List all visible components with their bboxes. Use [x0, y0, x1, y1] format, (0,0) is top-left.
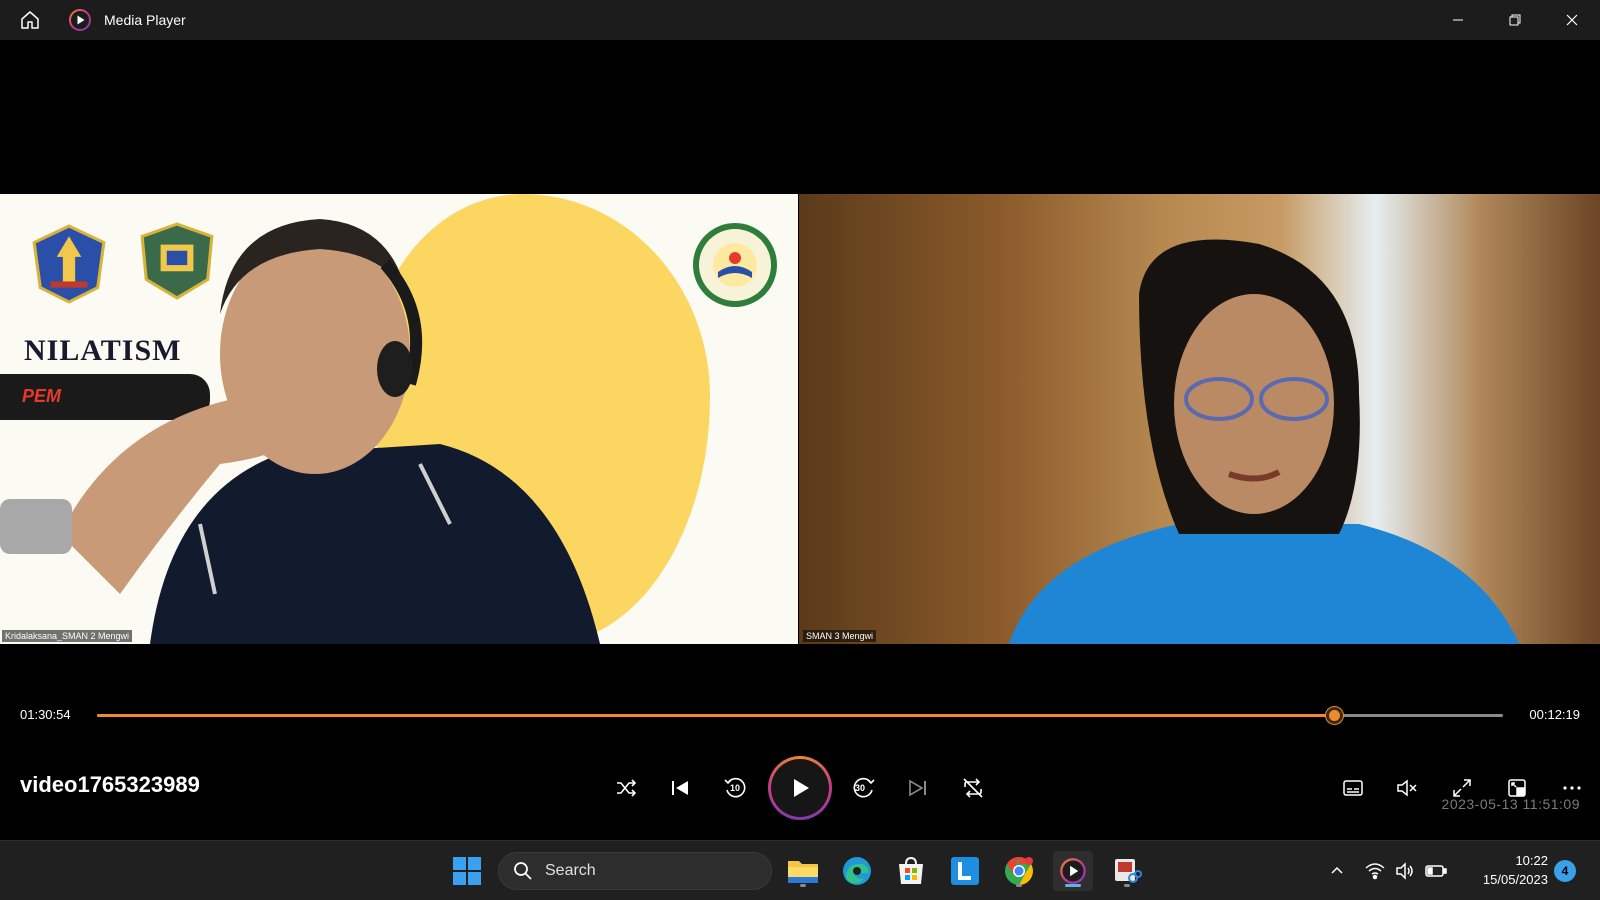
snipping-tool-button[interactable] — [1107, 851, 1147, 891]
running-indicator — [1124, 884, 1130, 887]
battery-icon — [1425, 865, 1447, 877]
minimize-button[interactable] — [1429, 0, 1486, 40]
video-timestamp-overlay: 2023-05-13 11:51:09 — [1441, 796, 1580, 812]
play-icon — [794, 779, 809, 797]
skip-back-button[interactable]: 10 — [715, 768, 755, 808]
l-app-icon — [951, 857, 979, 885]
mute-icon — [1397, 779, 1417, 797]
seek-bar[interactable] — [97, 707, 1503, 724]
window-title: Media Player — [104, 12, 186, 28]
volume-icon — [1396, 862, 1413, 880]
left-participant-figure — [0, 219, 600, 644]
windows-start-icon — [453, 857, 481, 885]
show-hidden-icons-button[interactable] — [1325, 859, 1349, 883]
media-title: video1765323989 — [20, 772, 200, 797]
repeat-button[interactable] — [953, 768, 993, 808]
next-icon — [909, 779, 926, 797]
repeat-off-icon — [963, 778, 983, 798]
store-icon — [899, 856, 923, 884]
file-explorer-button[interactable] — [783, 851, 823, 891]
elapsed-time: 01:30:54 — [20, 707, 71, 722]
play-button[interactable] — [768, 756, 832, 820]
edge-browser-icon — [843, 857, 871, 885]
taskbar-search[interactable]: Search — [498, 852, 772, 890]
skip-forward-button[interactable]: 30 — [844, 768, 884, 808]
next-button[interactable] — [898, 768, 938, 808]
taskbar: Search 10:22 15/05/2023 4 — [0, 840, 1600, 900]
microsoft-store-button[interactable] — [891, 851, 931, 891]
mute-button[interactable] — [1387, 768, 1427, 808]
shuffle-button[interactable] — [606, 768, 646, 808]
remaining-time: 00:12:19 — [1529, 707, 1580, 722]
running-indicator — [800, 884, 806, 887]
play-button-inner — [771, 759, 829, 817]
clock-time: 10:22 — [1515, 853, 1548, 868]
captions-button[interactable] — [1333, 768, 1373, 808]
search-icon — [514, 862, 532, 880]
media-player-app-icon — [69, 9, 91, 31]
minimize-icon — [1452, 19, 1463, 21]
edge-button[interactable] — [837, 851, 877, 891]
snipping-tool-icon — [1115, 859, 1142, 883]
seek-bar-row: 01:30:54 00:12:19 — [0, 700, 1600, 730]
skip-back-seconds: 10 — [730, 783, 741, 793]
media-player-icon — [1060, 858, 1086, 884]
restore-icon — [1509, 14, 1520, 26]
captions-icon — [1343, 780, 1363, 796]
notification-badge[interactable]: 4 — [1554, 860, 1576, 882]
playback-controls: video1765323989 10 30 2023-05-13 11:51:0… — [0, 740, 1600, 840]
participant-name-label: Kridalaksana_SMAN 2 Mengwi — [2, 630, 133, 642]
video-frame[interactable]: NILATISM PEM Kridalaksana_SMAN 2 Mengwi — [0, 40, 1600, 680]
title-bar: Media Player — [0, 0, 1600, 40]
search-placeholder: Search — [545, 862, 596, 879]
previous-icon — [672, 781, 688, 795]
skip-forward-seconds: 30 — [855, 783, 866, 793]
chrome-button[interactable] — [999, 851, 1039, 891]
previous-button[interactable] — [660, 768, 700, 808]
shuffle-icon — [617, 779, 637, 797]
home-icon — [21, 11, 39, 29]
restore-button[interactable] — [1486, 0, 1543, 40]
right-participant-panel: SMAN 3 Mengwi — [799, 194, 1600, 644]
window-controls — [1429, 0, 1600, 40]
clock-date: 15/05/2023 — [1482, 872, 1548, 887]
chrome-icon — [1005, 857, 1033, 885]
running-indicator — [1016, 884, 1022, 887]
wifi-icon — [1365, 863, 1385, 880]
participant-name-label: SMAN 3 Mengwi — [803, 630, 877, 642]
l-app-button[interactable] — [945, 851, 985, 891]
home-button[interactable] — [12, 2, 48, 38]
folder-icon — [788, 861, 818, 883]
seek-bar-progress — [97, 714, 1335, 717]
close-button[interactable] — [1543, 0, 1600, 40]
start-button[interactable] — [447, 851, 487, 891]
media-player-taskbar-button[interactable] — [1053, 851, 1093, 891]
system-tray — [1325, 841, 1447, 900]
chevron-up-icon — [1331, 866, 1343, 874]
left-participant-panel: NILATISM PEM Kridalaksana_SMAN 2 Mengwi — [0, 194, 798, 644]
seek-bar-thumb[interactable] — [1326, 707, 1344, 724]
active-indicator — [1065, 884, 1081, 887]
clock[interactable]: 10:22 15/05/2023 — [1483, 851, 1548, 889]
quick-settings-button[interactable] — [1365, 862, 1447, 880]
close-icon — [1566, 14, 1577, 26]
right-participant-figure — [1009, 239, 1519, 644]
media-player-window: Media Player NILATISM PEM Kridalaksana_S… — [0, 0, 1600, 900]
